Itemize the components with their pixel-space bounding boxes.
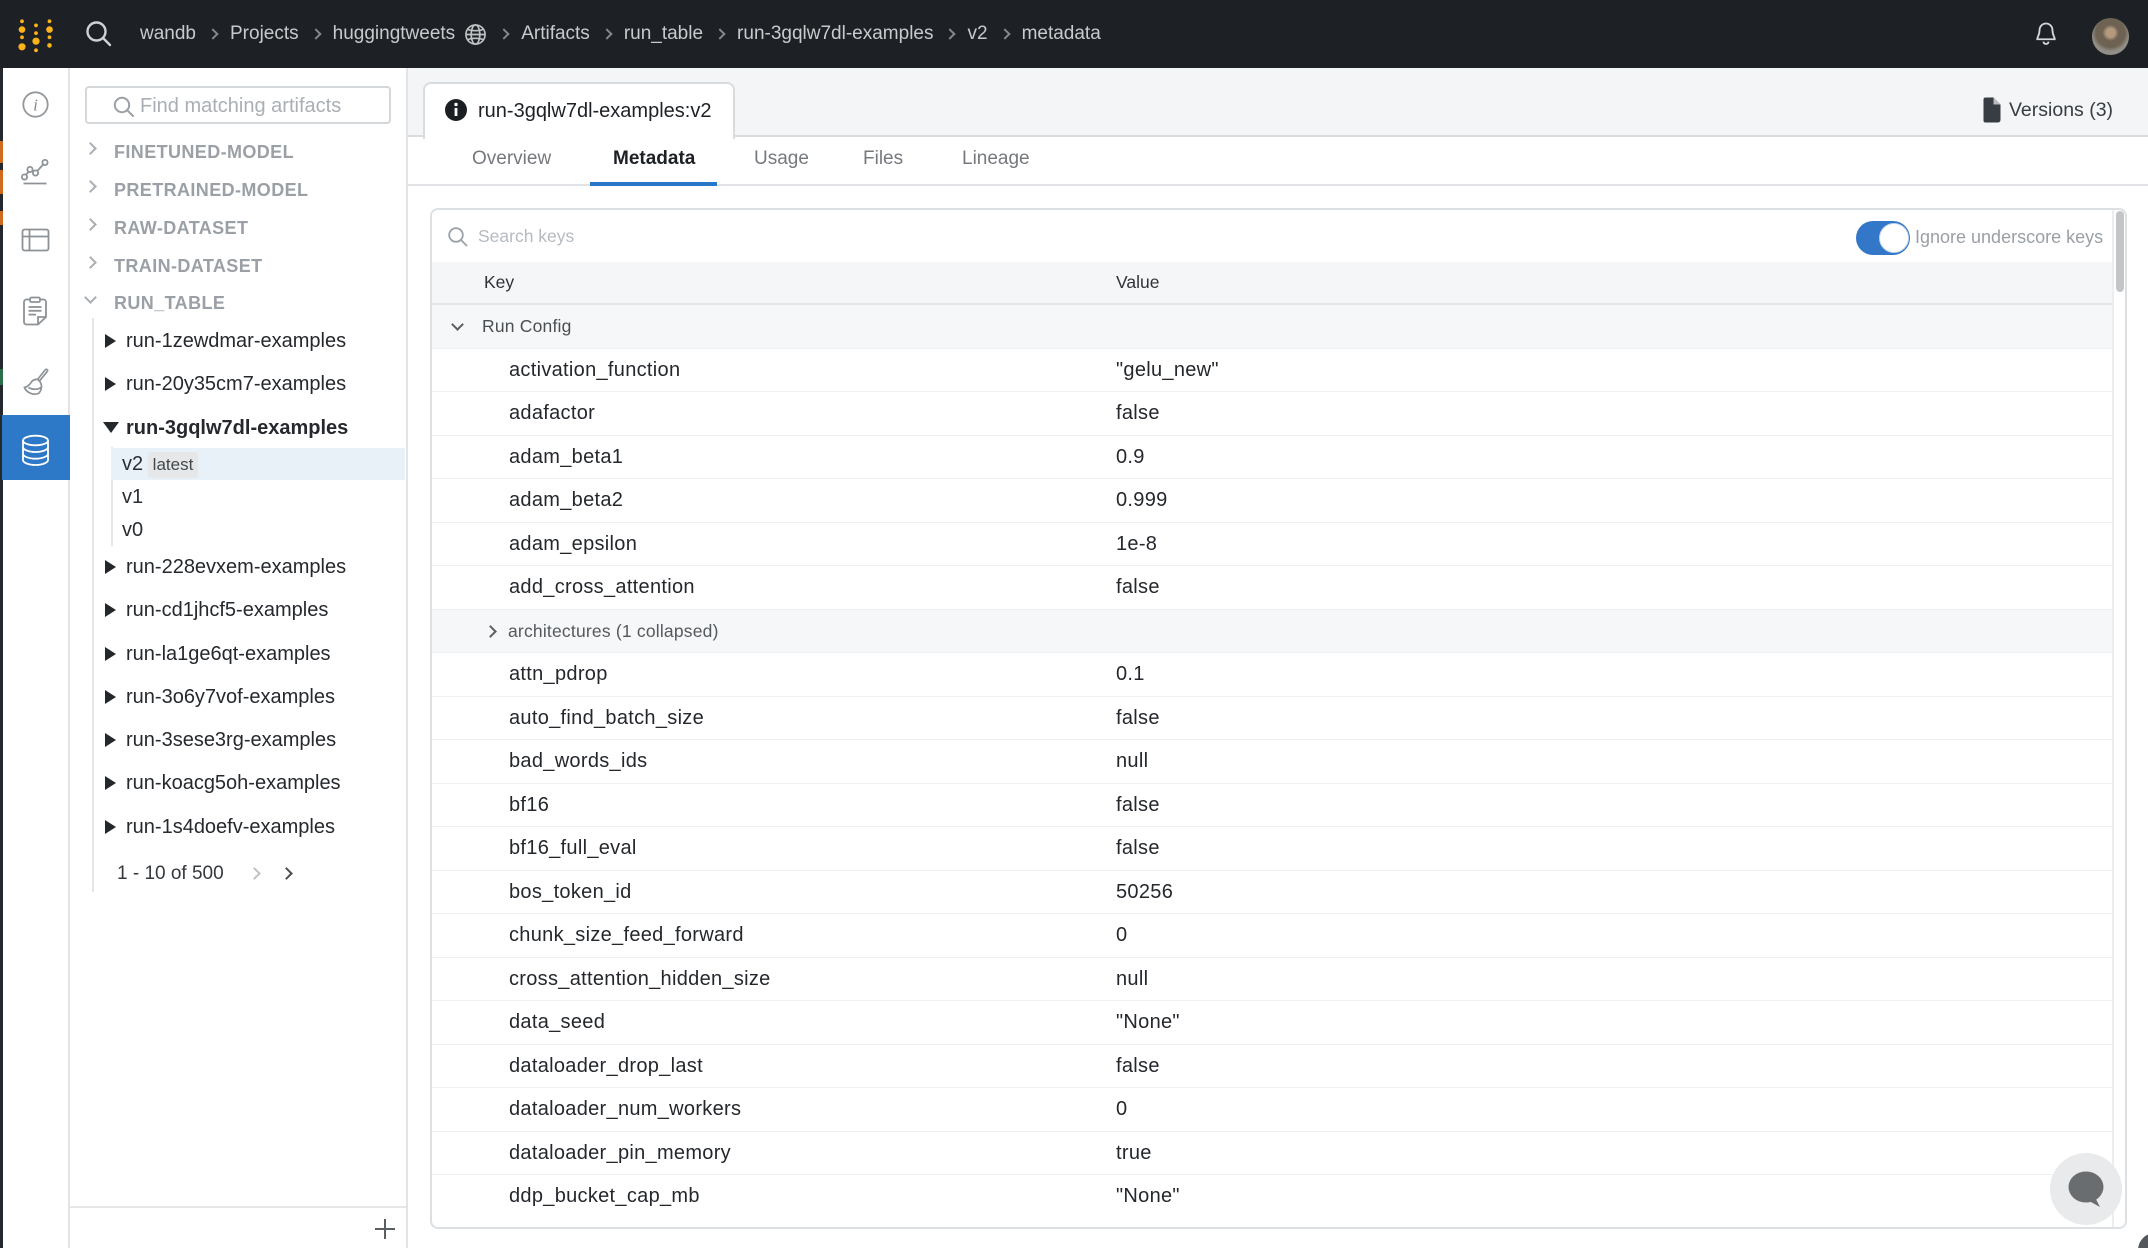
svg-text:i: i	[33, 96, 38, 115]
